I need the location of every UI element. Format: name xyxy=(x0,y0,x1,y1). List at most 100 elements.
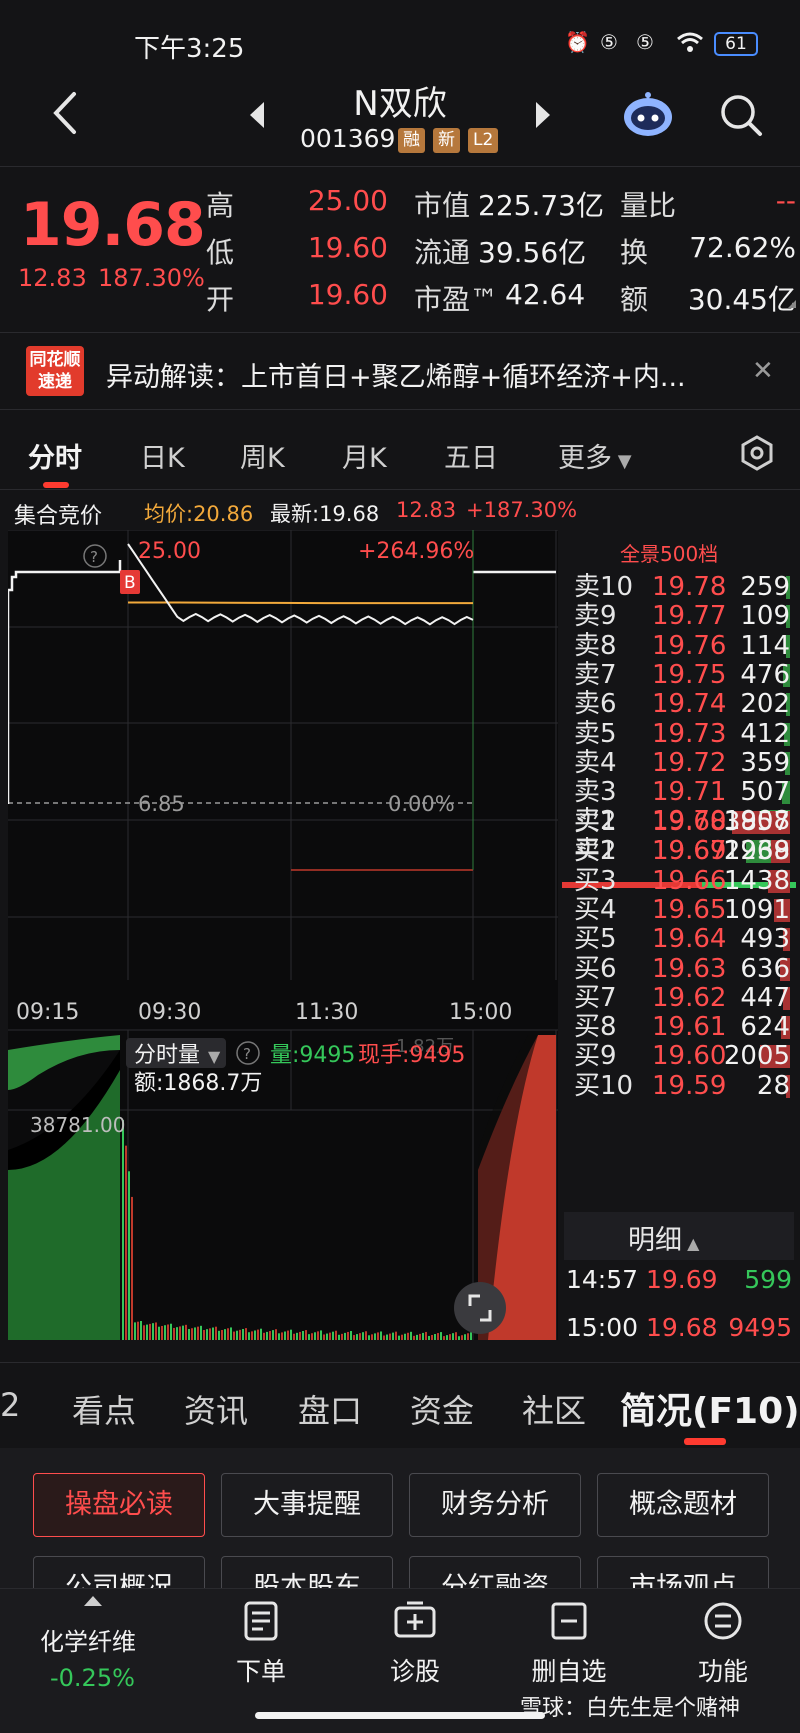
news-logo-top: 同花顺 xyxy=(29,350,81,370)
intraday-chart-svg: B ? 25.00 +264.96% 6.85 0.00% 09:15 09:3… xyxy=(6,529,558,1340)
bid-row[interactable]: 买3 19.66 1438 xyxy=(560,866,790,896)
ob-volume: 476 xyxy=(740,659,790,690)
low-label: 低 xyxy=(206,236,235,269)
tab-daily-k[interactable]: 日K xyxy=(140,436,185,475)
volume-bar xyxy=(398,1335,400,1340)
ob-volume: 259 xyxy=(740,572,790,602)
nav-order-label: 下单 xyxy=(235,1657,286,1686)
volume-bar xyxy=(461,1335,463,1340)
tab-more-label: 更多 xyxy=(558,443,612,474)
bid-row[interactable]: 买10 19.59 28 xyxy=(560,1071,790,1101)
tab-news[interactable]: 资讯 xyxy=(184,1386,248,1432)
ask-row[interactable]: 卖10 19.78 259 xyxy=(560,573,790,602)
low-value: 19.60 xyxy=(307,231,388,264)
next-stock-icon[interactable] xyxy=(532,100,554,134)
tab-intraday[interactable]: 分时 xyxy=(28,436,82,475)
ask-row[interactable]: 卖7 19.75 476 xyxy=(560,659,790,690)
ob-level-label: 买5 xyxy=(574,924,617,955)
tab-community[interactable]: 社区 xyxy=(522,1386,586,1432)
feature-trading-must-read[interactable]: 操盘必读 xyxy=(33,1473,205,1537)
help-icon[interactable]: ? xyxy=(90,548,98,566)
chart-high-label: 25.00 xyxy=(138,539,201,564)
robot-assistant-icon[interactable] xyxy=(620,90,676,140)
ask-row[interactable]: 卖9 19.77 109 xyxy=(560,602,790,631)
close-icon[interactable]: ✕ xyxy=(752,356,774,386)
ask-row[interactable]: 卖5 19.73 412 xyxy=(560,719,790,749)
volume-bar xyxy=(470,1332,472,1340)
nav-remove-watchlist[interactable]: 删自选 xyxy=(514,1600,624,1688)
home-indicator[interactable] xyxy=(255,1712,545,1719)
bid-row[interactable]: 买7 19.62 447 xyxy=(560,982,790,1013)
ob-level-label: 买7 xyxy=(574,982,617,1013)
ob-level-label: 卖9 xyxy=(574,601,617,632)
detail-title[interactable]: 明细 ▲ xyxy=(628,1218,699,1257)
tab-highlights[interactable]: 看点 xyxy=(72,1386,136,1432)
tab-monthly-k[interactable]: 月K xyxy=(342,436,387,475)
sector-expand-icon[interactable] xyxy=(84,1596,102,1606)
volume-bar xyxy=(143,1325,145,1340)
ask-row[interactable]: 卖8 19.76 114 xyxy=(560,631,790,661)
bid-row[interactable]: 买1 19.68 3857 xyxy=(560,808,790,837)
tab-weekly-k[interactable]: 周K xyxy=(240,436,285,475)
volume-bar xyxy=(248,1332,250,1340)
tab-profile-f10[interactable]: 简况(F10) xyxy=(620,1382,800,1434)
ob-price: 19.78 xyxy=(652,572,727,602)
volume-bar xyxy=(176,1327,178,1340)
orderbook-title[interactable]: 全景500档 xyxy=(620,538,718,567)
volume-bar xyxy=(353,1335,355,1340)
volume-bar xyxy=(359,1333,361,1340)
vol-help-icon[interactable]: ? xyxy=(243,1045,251,1063)
status-time: 下午3:25 xyxy=(134,34,245,64)
volume-bar xyxy=(395,1331,397,1340)
caret-down-icon: ▼ xyxy=(612,451,632,472)
prev-stock-icon[interactable] xyxy=(246,100,268,134)
back-icon[interactable] xyxy=(44,88,88,138)
volume-bar xyxy=(245,1328,247,1340)
bid-row[interactable]: 买2 19.67 1269 xyxy=(560,837,790,866)
volume-bar xyxy=(260,1328,262,1340)
bid-row[interactable]: 买8 19.61 624 xyxy=(560,1013,790,1042)
turnover-value: 72.62% xyxy=(689,231,796,264)
nav-functions[interactable]: 功能 xyxy=(668,1600,778,1688)
feature-concepts[interactable]: 概念题材 xyxy=(597,1473,769,1537)
intraday-chart[interactable]: B ? 25.00 +264.96% 6.85 0.00% 09:15 09:3… xyxy=(6,529,558,1340)
bid-row[interactable]: 买4 19.65 1091 xyxy=(560,895,790,925)
market-cap-label: 市值 xyxy=(414,189,471,222)
volume-bar xyxy=(314,1332,316,1340)
ask-row[interactable]: 卖6 19.74 202 xyxy=(560,690,790,719)
info-pct: +187.30% xyxy=(466,498,578,522)
bid-row[interactable]: 买6 19.63 636 xyxy=(560,953,790,984)
tab-partial[interactable]: 2 xyxy=(0,1386,20,1424)
feature-event-reminder[interactable]: 大事提醒 xyxy=(221,1473,393,1537)
open-label: 开 xyxy=(206,283,235,316)
bid-row[interactable]: 买5 19.64 493 xyxy=(560,925,790,954)
tab-more[interactable]: 更多 ▼ xyxy=(558,436,632,475)
volume-bar xyxy=(179,1326,181,1340)
vol-title[interactable]: 分时量 xyxy=(134,1043,200,1068)
ob-price: 19.63 xyxy=(652,953,727,984)
high-value: 25.00 xyxy=(307,184,388,217)
volume-bar xyxy=(458,1336,460,1340)
settings-icon[interactable] xyxy=(738,434,776,472)
nav-diagnose-label: 诊股 xyxy=(389,1657,440,1686)
sector-name[interactable]: 化学纤维 xyxy=(40,1622,136,1657)
tab-funds[interactable]: 资金 xyxy=(410,1386,474,1432)
tab-five-day[interactable]: 五日 xyxy=(444,436,498,475)
expand-corner-icon[interactable] xyxy=(788,300,796,308)
tab-orderbook[interactable]: 盘口 xyxy=(298,1386,362,1432)
ask-row[interactable]: 卖3 19.71 507 xyxy=(560,778,790,807)
nav-diagnose[interactable]: 诊股 xyxy=(360,1600,470,1688)
open-value: 19.60 xyxy=(307,278,388,311)
bid-row[interactable]: 买9 19.60 2005 xyxy=(560,1042,790,1071)
volume-bar xyxy=(413,1335,415,1340)
volume-bar xyxy=(242,1328,244,1340)
volume-bar xyxy=(254,1330,256,1340)
feature-financial-analysis[interactable]: 财务分析 xyxy=(409,1473,581,1537)
search-icon[interactable] xyxy=(718,92,764,138)
vol-axis-label: 38781.00 xyxy=(30,1113,125,1137)
volume-bar xyxy=(317,1331,319,1340)
nav-order[interactable]: 下单 xyxy=(206,1600,316,1688)
ask-row[interactable]: 卖4 19.72 359 xyxy=(560,748,790,778)
news-text[interactable]: 异动解读：上市首日+聚乙烯醇+循环经济+内... xyxy=(106,355,686,394)
nav-remove-watchlist-label: 删自选 xyxy=(531,1657,607,1686)
